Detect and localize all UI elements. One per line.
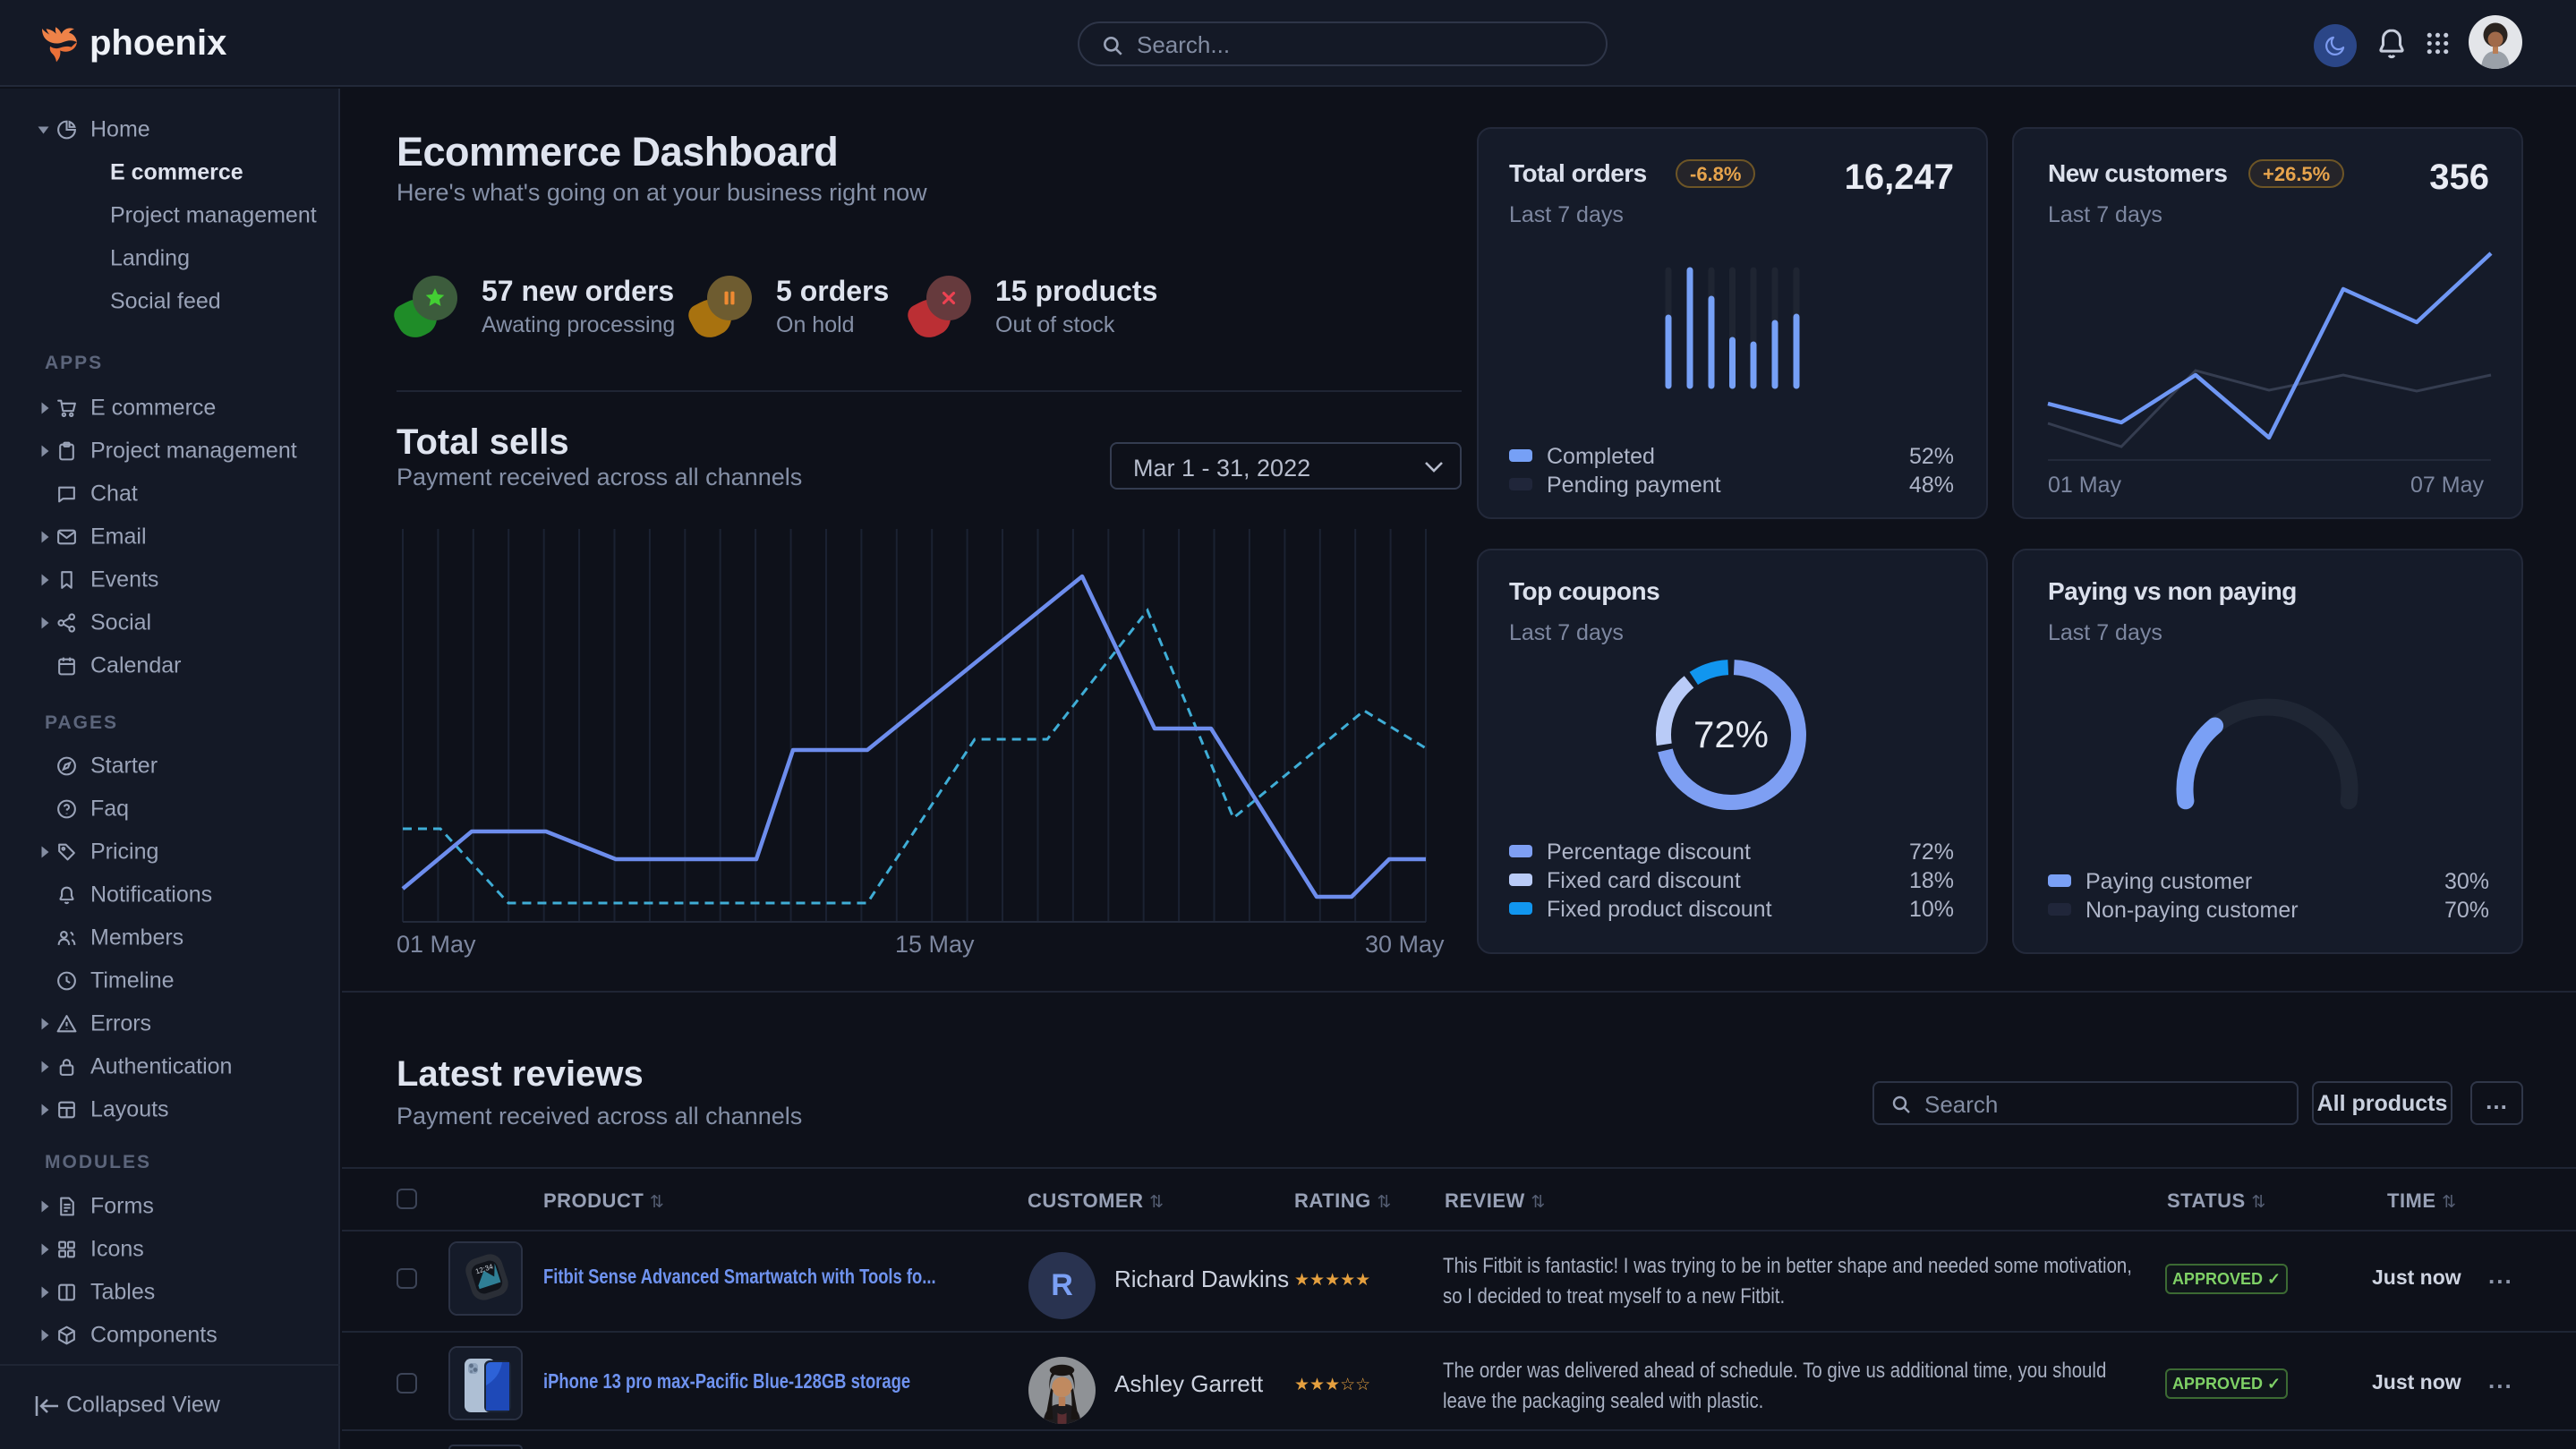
svg-text:72%: 72% xyxy=(1693,713,1769,755)
